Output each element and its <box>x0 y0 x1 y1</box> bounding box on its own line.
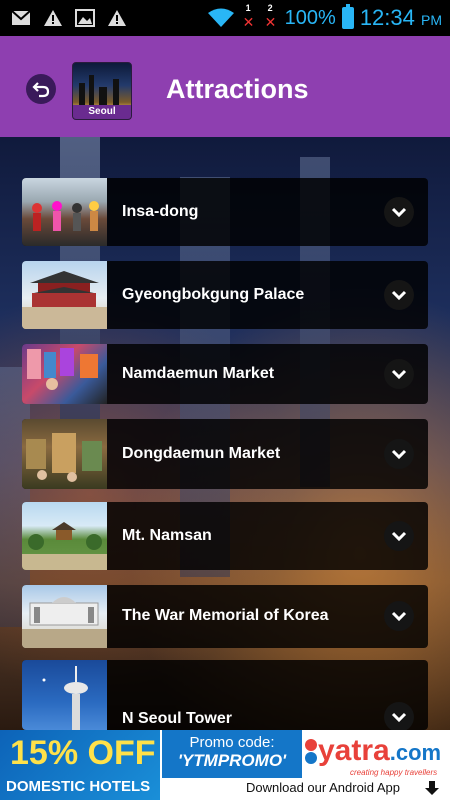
city-label: Seoul <box>73 105 131 119</box>
dongdaemun-market-thumbnail <box>22 419 107 489</box>
ad-tagline: creating happy travellers <box>350 768 438 777</box>
gyeongbokgung-thumbnail <box>22 261 107 329</box>
list-item[interactable]: Mt. Namsan <box>22 502 428 570</box>
attraction-name: Gyeongbokgung Palace <box>122 286 305 303</box>
attraction-name: Namdaemun Market <box>122 365 275 382</box>
expand-button[interactable] <box>384 521 414 551</box>
clock: 12:34 PM <box>359 5 442 30</box>
ad-promo-code: 'YTMPROMO' <box>177 751 287 770</box>
ad-discount: 15% OFF <box>10 734 156 772</box>
ad-banner[interactable]: 15% OFF DOMESTIC HOTELS Promo code: 'YTM… <box>0 730 450 800</box>
wifi-icon <box>207 8 235 28</box>
expand-button[interactable] <box>384 439 414 469</box>
namdaemun-market-thumbnail <box>22 344 107 404</box>
war-memorial-thumbnail <box>22 585 107 648</box>
expand-button[interactable] <box>384 601 414 631</box>
gmail-icon <box>10 8 32 28</box>
n-seoul-tower-thumbnail <box>22 660 107 730</box>
attraction-name: Insa-dong <box>122 203 199 220</box>
chevron-down-icon <box>391 531 407 541</box>
ad-download-text: Download our Android App <box>246 780 400 795</box>
back-arrow-icon <box>32 82 50 98</box>
city-thumbnail[interactable]: Seoul <box>72 62 132 120</box>
mt-namsan-thumbnail <box>22 502 107 570</box>
sim2-no-signal-icon: 2 ✕ <box>264 3 277 30</box>
battery-icon <box>341 4 354 29</box>
yatra-logo-icon <box>305 739 317 764</box>
download-arrow-icon <box>425 781 439 795</box>
insa-dong-thumbnail <box>22 178 107 246</box>
attraction-name: The War Memorial of Korea <box>122 607 329 624</box>
ad-subtitle: DOMESTIC HOTELS <box>6 778 151 795</box>
image-icon <box>74 8 96 28</box>
chevron-down-icon <box>391 290 407 300</box>
ad-promo-panel: Promo code: 'YTMPROMO' <box>162 730 302 778</box>
ad-brand: yatra.com <box>318 734 442 767</box>
expand-button[interactable] <box>384 359 414 389</box>
ad-discount-panel: 15% OFF DOMESTIC HOTELS <box>0 730 160 800</box>
list-item[interactable]: The War Memorial of Korea <box>22 585 428 648</box>
list-item[interactable]: N Seoul Tower <box>22 660 428 730</box>
expand-button[interactable] <box>384 197 414 227</box>
list-item[interactable]: Gyeongbokgung Palace <box>22 261 428 329</box>
expand-button[interactable] <box>384 702 414 730</box>
chevron-down-icon <box>391 207 407 217</box>
ad-promo-label: Promo code: <box>189 734 275 751</box>
warning-icon <box>106 8 128 28</box>
sim1-no-signal-icon: 1 ✕ <box>242 3 255 30</box>
chevron-down-icon <box>391 449 407 459</box>
attraction-name: Mt. Namsan <box>122 527 212 544</box>
chevron-down-icon <box>391 712 407 722</box>
list-item[interactable]: Dongdaemun Market <box>22 419 428 489</box>
list-item[interactable]: Insa-dong <box>22 178 428 246</box>
chevron-down-icon <box>391 611 407 621</box>
battery-percent: 100% <box>284 6 336 29</box>
back-button[interactable] <box>26 74 56 104</box>
chevron-down-icon <box>391 369 407 379</box>
list-item[interactable]: Namdaemun Market <box>22 344 428 404</box>
app-header: Seoul Attractions <box>0 36 450 137</box>
warning-icon <box>42 8 64 28</box>
attraction-name: N Seoul Tower <box>122 710 232 727</box>
attraction-name: Dongdaemun Market <box>122 445 281 462</box>
expand-button[interactable] <box>384 280 414 310</box>
page-title: Attractions <box>166 74 309 104</box>
status-bar: 1 ✕ 2 ✕ 100% 12:34 PM <box>0 0 450 36</box>
